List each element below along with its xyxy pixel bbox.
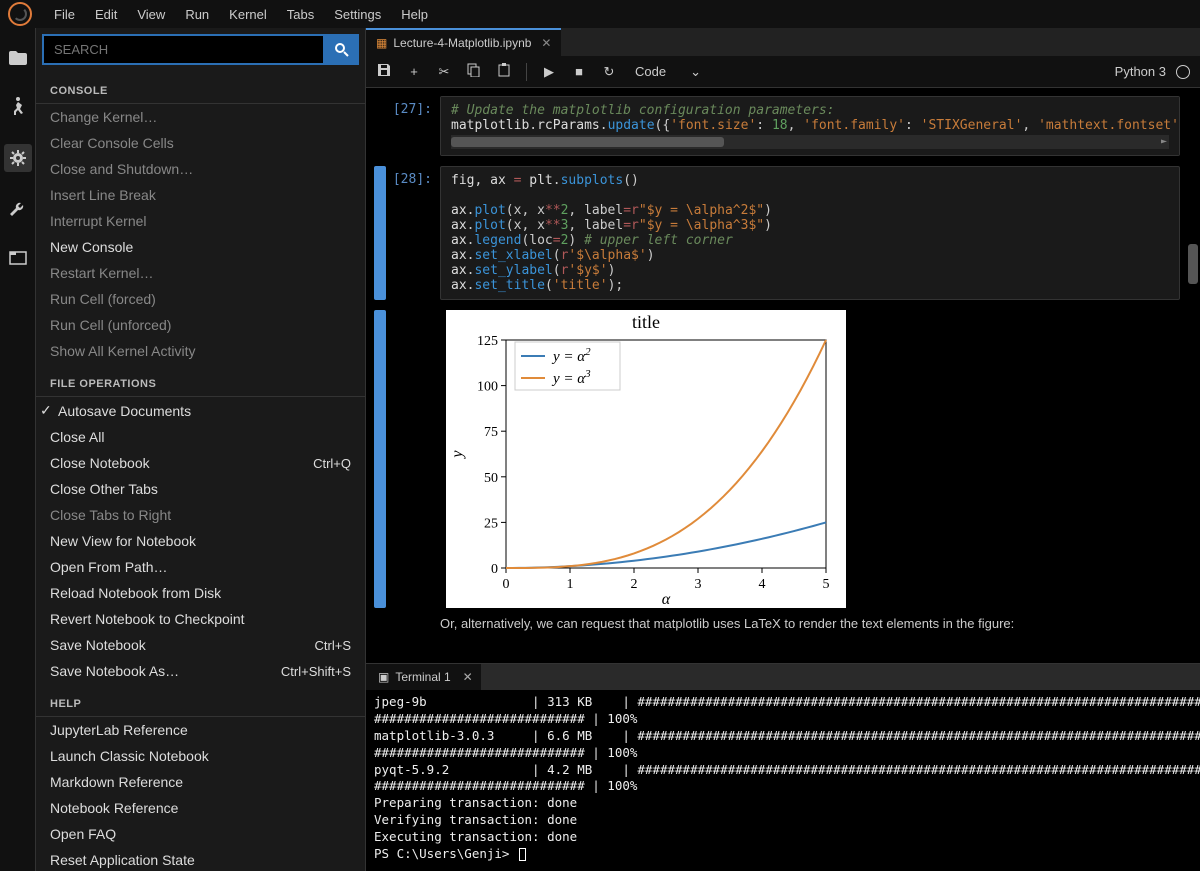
svg-text:100: 100 — [477, 380, 498, 395]
svg-text:4: 4 — [759, 577, 766, 592]
command-item: Insert Line Break — [36, 182, 365, 208]
command-item[interactable]: Launch Classic Notebook — [36, 743, 365, 769]
command-item[interactable]: Save Notebook As…Ctrl+Shift+S — [36, 658, 365, 684]
svg-text:75: 75 — [484, 425, 498, 440]
command-item: Interrupt Kernel — [36, 208, 365, 234]
svg-text:y = α2: y = α2 — [551, 346, 591, 365]
command-item[interactable]: New Console — [36, 234, 365, 260]
terminal-icon: ▣ — [378, 670, 389, 684]
cell-prompt: [27]: — [392, 96, 440, 156]
notebook-body[interactable]: [27]: # Update the matplotlib configurat… — [366, 88, 1200, 663]
chevron-down-icon: ⌄ — [690, 64, 701, 80]
svg-text:α: α — [662, 591, 671, 608]
command-item[interactable]: Close NotebookCtrl+Q — [36, 450, 365, 476]
section-console: CONSOLE — [36, 75, 365, 104]
section-fileops: FILE OPERATIONS — [36, 368, 365, 397]
close-icon[interactable]: ✕ — [463, 670, 473, 684]
command-item[interactable]: Reset Application State — [36, 847, 365, 871]
paste-icon[interactable] — [496, 63, 512, 80]
close-icon[interactable]: ✕ — [541, 36, 551, 50]
terminal-output[interactable]: jpeg-9b | 313 KB | #####################… — [366, 690, 1200, 871]
kernel-status-icon — [1176, 65, 1190, 79]
commands-icon[interactable] — [4, 144, 32, 172]
jupyter-logo — [8, 2, 32, 26]
copy-icon[interactable] — [466, 63, 482, 80]
svg-text:y = α3: y = α3 — [551, 368, 591, 387]
kernel-name[interactable]: Python 3 — [1115, 64, 1166, 79]
tab-label: Lecture-4-Matplotlib.ipynb — [393, 36, 531, 50]
menu-kernel[interactable]: Kernel — [219, 3, 277, 26]
menu-edit[interactable]: Edit — [85, 3, 127, 26]
command-item: Close and Shutdown… — [36, 156, 365, 182]
notebook-toolbar: + ✂ ▶ ■ ↻ Code⌄ Python 3 — [366, 56, 1200, 88]
command-item: Clear Console Cells — [36, 130, 365, 156]
notebook-icon: ▦ — [376, 36, 387, 50]
command-item[interactable]: New View for Notebook — [36, 528, 365, 554]
menu-run[interactable]: Run — [175, 3, 219, 26]
command-item: Run Cell (unforced) — [36, 312, 365, 338]
section-help: HELP — [36, 688, 365, 717]
terminal-tab[interactable]: ▣ Terminal 1 ✕ — [366, 664, 481, 690]
command-item[interactable]: ✓Autosave Documents — [36, 397, 365, 424]
top-menu-bar: File Edit View Run Kernel Tabs Settings … — [0, 0, 1200, 28]
run-icon[interactable]: ▶ — [541, 64, 557, 80]
running-icon[interactable] — [8, 96, 28, 116]
command-item[interactable]: JupyterLab Reference — [36, 717, 365, 743]
command-item[interactable]: Close All — [36, 424, 365, 450]
command-item: Close Tabs to Right — [36, 502, 365, 528]
command-item: Change Kernel… — [36, 104, 365, 130]
code-cell[interactable]: # Update the matplotlib configuration pa… — [440, 96, 1180, 156]
tabs-icon[interactable] — [8, 248, 28, 268]
wrench-icon[interactable] — [8, 200, 28, 220]
command-item[interactable]: Save NotebookCtrl+S — [36, 632, 365, 658]
horizontal-scrollbar[interactable]: ◄► — [451, 135, 1169, 149]
svg-text:1: 1 — [567, 577, 574, 592]
menu-help[interactable]: Help — [391, 3, 438, 26]
activity-bar — [0, 28, 36, 871]
svg-text:0: 0 — [503, 577, 510, 592]
notebook-tab[interactable]: ▦ Lecture-4-Matplotlib.ipynb ✕ — [366, 28, 561, 56]
command-item: Run Cell (forced) — [36, 286, 365, 312]
cut-icon[interactable]: ✂ — [436, 64, 452, 80]
command-item[interactable]: Markdown Reference — [36, 769, 365, 795]
main-content: ▦ Lecture-4-Matplotlib.ipynb ✕ + ✂ ▶ ■ ↻… — [366, 28, 1200, 871]
menu-view[interactable]: View — [127, 3, 175, 26]
svg-text:2: 2 — [631, 577, 638, 592]
plot-output: title0123450255075100125αyy = α2y = α3 — [446, 310, 846, 608]
menu-file[interactable]: File — [44, 3, 85, 26]
svg-text:3: 3 — [695, 577, 702, 592]
cell-type-select[interactable]: Code⌄ — [631, 62, 705, 82]
restart-icon[interactable]: ↻ — [601, 64, 617, 80]
search-input[interactable] — [42, 34, 325, 65]
command-item: Restart Kernel… — [36, 260, 365, 286]
terminal-pane: ▣ Terminal 1 ✕ jpeg-9b | 313 KB | ######… — [366, 663, 1200, 871]
save-icon[interactable] — [376, 63, 392, 80]
search-button[interactable] — [325, 34, 359, 65]
command-item[interactable]: Reload Notebook from Disk — [36, 580, 365, 606]
command-item[interactable]: Open From Path… — [36, 554, 365, 580]
svg-text:125: 125 — [477, 334, 498, 349]
menu-settings[interactable]: Settings — [324, 3, 391, 26]
svg-text:title: title — [632, 312, 660, 332]
svg-text:y: y — [449, 450, 466, 460]
folder-icon[interactable] — [8, 48, 28, 68]
svg-text:50: 50 — [484, 471, 498, 486]
command-item[interactable]: Open FAQ — [36, 821, 365, 847]
svg-text:25: 25 — [484, 516, 498, 531]
command-item: Show All Kernel Activity — [36, 338, 365, 364]
notebook-tab-bar: ▦ Lecture-4-Matplotlib.ipynb ✕ — [366, 28, 1200, 56]
markdown-text: Or, alternatively, we can request that m… — [440, 608, 1180, 635]
vertical-scrollbar[interactable] — [1186, 96, 1198, 655]
svg-text:0: 0 — [491, 562, 498, 577]
code-cell[interactable]: fig, ax = plt.subplots() ax.plot(x, x**2… — [440, 166, 1180, 300]
menu-tabs[interactable]: Tabs — [277, 3, 324, 26]
command-item[interactable]: Close Other Tabs — [36, 476, 365, 502]
add-icon[interactable]: + — [406, 64, 422, 79]
command-item[interactable]: Revert Notebook to Checkpoint — [36, 606, 365, 632]
command-palette: CONSOLE Change Kernel…Clear Console Cell… — [36, 28, 366, 871]
command-item[interactable]: Notebook Reference — [36, 795, 365, 821]
cell-prompt: [28]: — [392, 166, 440, 300]
svg-text:5: 5 — [823, 577, 830, 592]
stop-icon[interactable]: ■ — [571, 64, 587, 79]
